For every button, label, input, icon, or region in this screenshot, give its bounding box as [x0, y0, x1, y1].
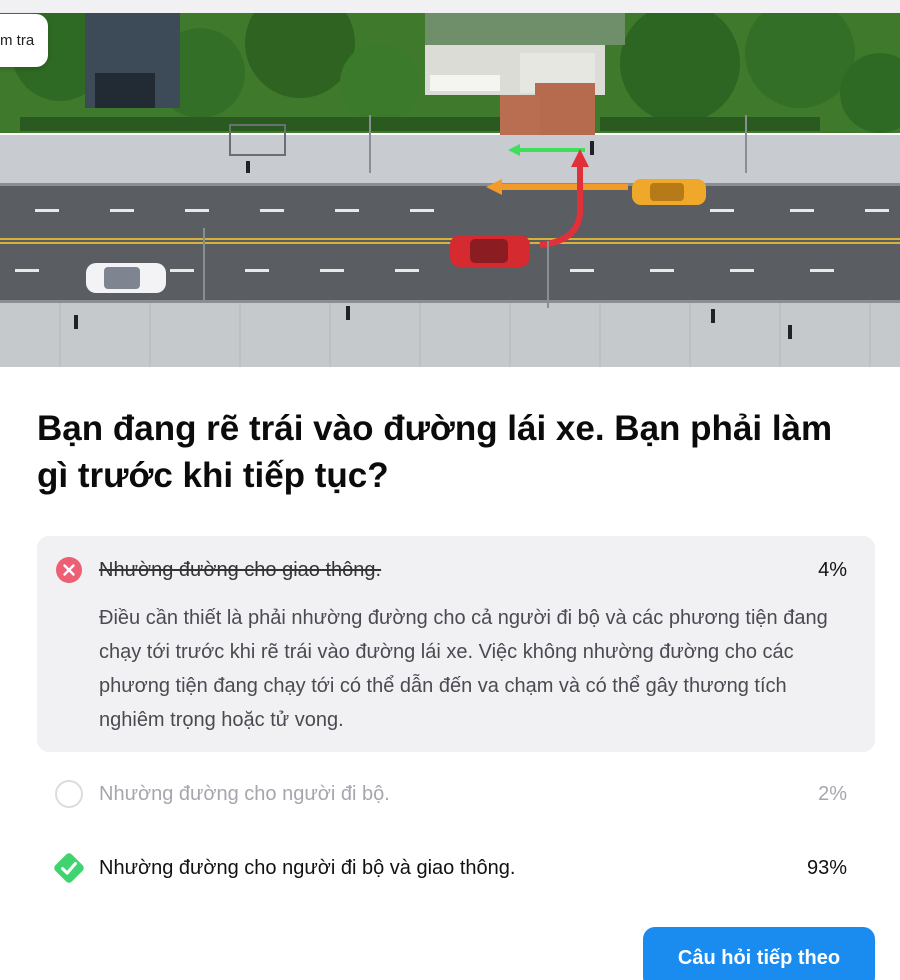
question-text: Bạn đang rẽ trái vào đường lái xe. Bạn p… — [37, 409, 833, 495]
back-button-label: m tra — [0, 32, 35, 49]
answer-option-correct[interactable]: Nhường đường cho người đi bộ và giao thô… — [37, 848, 875, 888]
answer-percent: 2% — [818, 783, 847, 805]
back-to-test-button[interactable]: m tra — [0, 14, 49, 67]
answer-percent: 93% — [806, 857, 847, 879]
answer-label: Nhường đường cho người đi bộ và giao thô… — [99, 857, 516, 879]
empty-circle-icon — [55, 780, 83, 808]
answer-percent: 4% — [818, 559, 847, 581]
next-question-button[interactable]: Câu hỏi tiếp theo — [643, 927, 875, 980]
top-strip — [0, 0, 900, 13]
answer-option-pedestrians[interactable]: Nhường đường cho người đi bộ. 2% — [37, 774, 875, 814]
x-circle-icon — [56, 557, 82, 583]
road-scene-illustration — [0, 13, 900, 367]
answer-option-wrong[interactable]: Nhường đường cho giao thông. 4% — [37, 550, 875, 590]
answer-explanation: Điều cần thiết là phải nhường đường cho … — [99, 607, 828, 731]
answer-label: Nhường đường cho giao thông. — [99, 559, 382, 581]
answer-label: Nhường đường cho người đi bộ. — [99, 783, 390, 805]
check-diamond-icon — [54, 853, 84, 883]
